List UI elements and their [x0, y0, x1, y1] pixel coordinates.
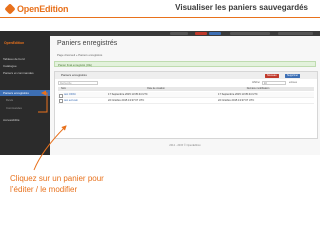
- annotation-caption: Cliquez sur un panier pour l’éditer / le…: [10, 173, 104, 195]
- caption-line-2: l’éditer / le modifier: [10, 185, 78, 194]
- annotation-arrows: [33, 90, 67, 171]
- caption-line-1: Cliquez sur un panier pour: [10, 174, 104, 183]
- arrow-to-sidebar-icon: [38, 90, 48, 113]
- arrow-to-cart-link-icon: [33, 125, 67, 171]
